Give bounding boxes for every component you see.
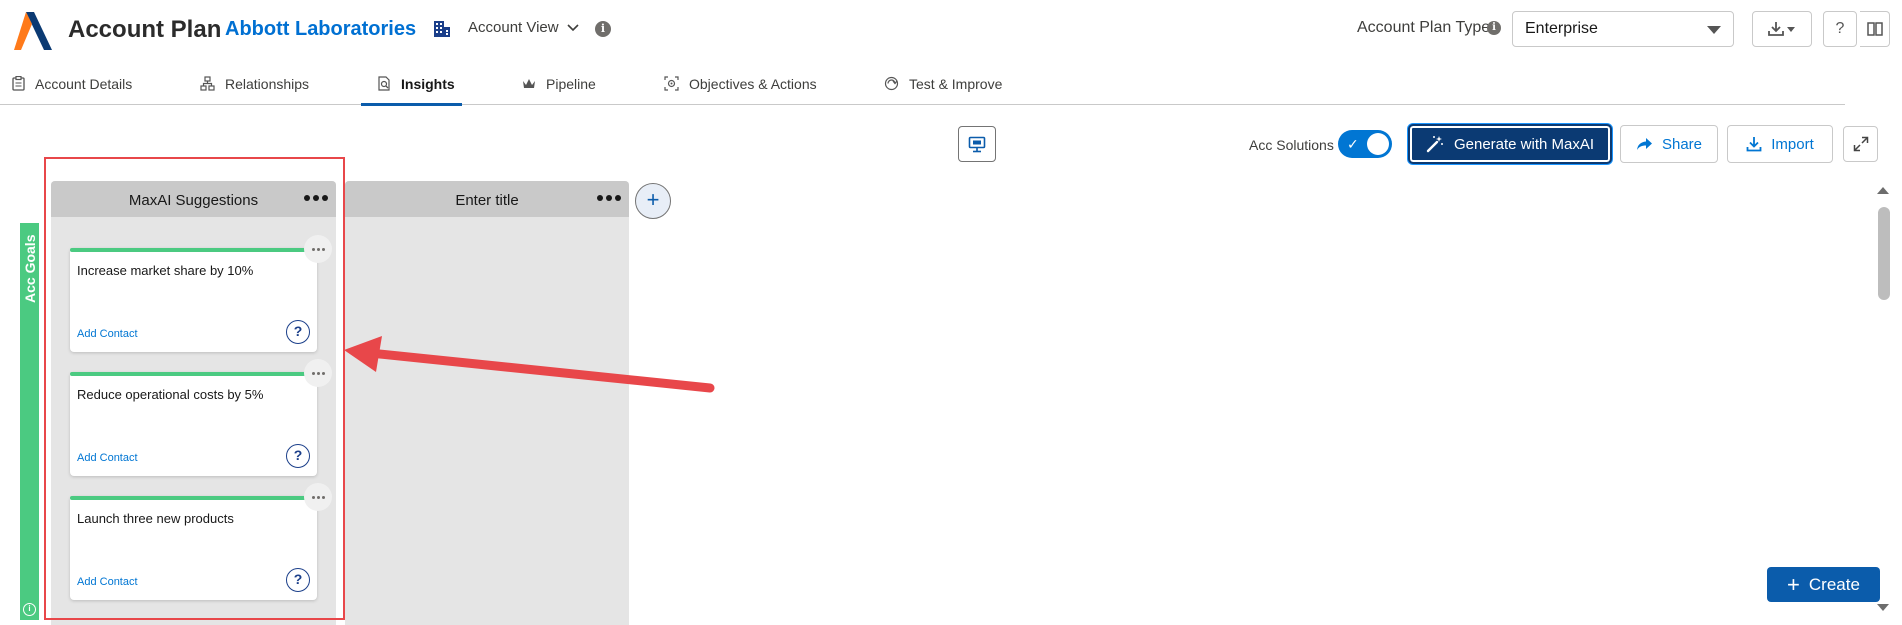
create-label: Create	[1808, 574, 1860, 594]
view-select[interactable]: Account View	[468, 19, 579, 36]
insights-icon	[378, 76, 390, 91]
scroll-up-arrow-icon[interactable]	[1877, 187, 1889, 194]
add-column-button[interactable]: +	[635, 183, 671, 219]
target-icon	[664, 76, 679, 91]
app-title: Account Plan	[68, 16, 222, 43]
board-column-untitled: Enter title	[345, 181, 629, 625]
plan-type-value: Enterprise	[1525, 20, 1598, 37]
test-icon	[884, 76, 899, 91]
tab-objectives-actions[interactable]: Objectives & Actions	[664, 62, 817, 105]
share-icon	[1636, 138, 1652, 150]
presentation-mode-button[interactable]	[958, 126, 996, 162]
fullscreen-button[interactable]	[1843, 126, 1878, 162]
question-icon: ?	[1835, 20, 1845, 37]
import-label: Import	[1771, 135, 1814, 153]
magic-wand-icon	[1426, 136, 1443, 153]
column-header: Enter title	[345, 181, 629, 217]
tab-label: Pipeline	[546, 75, 596, 92]
account-name-link[interactable]: Abbott Laboratories	[225, 18, 416, 41]
tab-label: Account Details	[35, 75, 133, 92]
import-button[interactable]: Import	[1727, 125, 1833, 163]
annotation-highlight-box	[44, 157, 345, 620]
acc-solutions-toggle[interactable]: ✓	[1338, 130, 1392, 158]
scroll-thumb[interactable]	[1878, 207, 1890, 300]
column-title[interactable]: Enter title	[455, 192, 518, 209]
tab-test-improve[interactable]: Test & Improve	[884, 62, 1002, 105]
building-icon	[434, 21, 450, 37]
clipboard-icon	[12, 76, 25, 91]
share-label: Share	[1661, 135, 1703, 153]
tab-label: Test & Improve	[909, 75, 1003, 92]
rail-label: Acc Goals	[22, 234, 38, 303]
download-menu-button[interactable]	[1752, 11, 1812, 47]
acc-solutions-label: Acc Solutions	[1249, 137, 1334, 153]
app-logo-icon	[14, 12, 52, 50]
caret-down-icon	[1707, 26, 1721, 34]
create-button[interactable]: + Create	[1767, 567, 1880, 602]
checkmark-icon: ✓	[1347, 136, 1359, 152]
plan-type-info-icon[interactable]: i	[1487, 21, 1501, 35]
chevron-down-icon	[567, 23, 579, 31]
help-button[interactable]: ?	[1823, 11, 1857, 47]
tab-relationships[interactable]: Relationships	[200, 62, 309, 105]
annotation-arrow-icon	[344, 336, 715, 393]
rail-info-icon[interactable]: i	[23, 603, 36, 616]
import-icon	[1746, 137, 1762, 152]
tab-label: Relationships	[225, 75, 310, 92]
download-icon	[1768, 22, 1795, 36]
view-select-label: Account View	[468, 19, 559, 36]
share-button[interactable]: Share	[1620, 125, 1718, 163]
tab-pipeline[interactable]: Pipeline	[522, 62, 596, 105]
tab-label: Objectives & Actions	[689, 75, 817, 92]
generate-label: Generate with MaxAI	[1453, 135, 1595, 153]
column-menu-icon[interactable]	[597, 195, 621, 201]
hierarchy-icon	[200, 76, 215, 91]
tab-account-details[interactable]: Account Details	[12, 62, 132, 105]
book-icon	[1866, 22, 1883, 36]
monitor-icon	[968, 136, 986, 152]
plan-type-label: Account Plan Type	[1357, 19, 1491, 36]
app-header: Account Plan Abbott Laboratories Account…	[0, 0, 1902, 60]
info-icon[interactable]: i	[595, 21, 611, 37]
acc-goals-rail: Acc Goals i	[20, 223, 39, 620]
generate-with-maxai-button[interactable]: Generate with MaxAI	[1408, 124, 1612, 164]
guide-button[interactable]	[1860, 11, 1890, 47]
tab-label: Insights	[401, 75, 455, 92]
tab-insights[interactable]: Insights	[361, 62, 462, 106]
tab-bar: Account Details Relationships Insights P…	[0, 62, 1845, 106]
plan-type-select[interactable]: Enterprise	[1512, 11, 1734, 47]
expand-icon	[1853, 136, 1868, 152]
crown-icon	[523, 78, 535, 88]
scroll-down-arrow-icon[interactable]	[1877, 604, 1889, 611]
plus-icon: +	[1787, 571, 1800, 597]
toggle-knob	[1367, 133, 1389, 155]
